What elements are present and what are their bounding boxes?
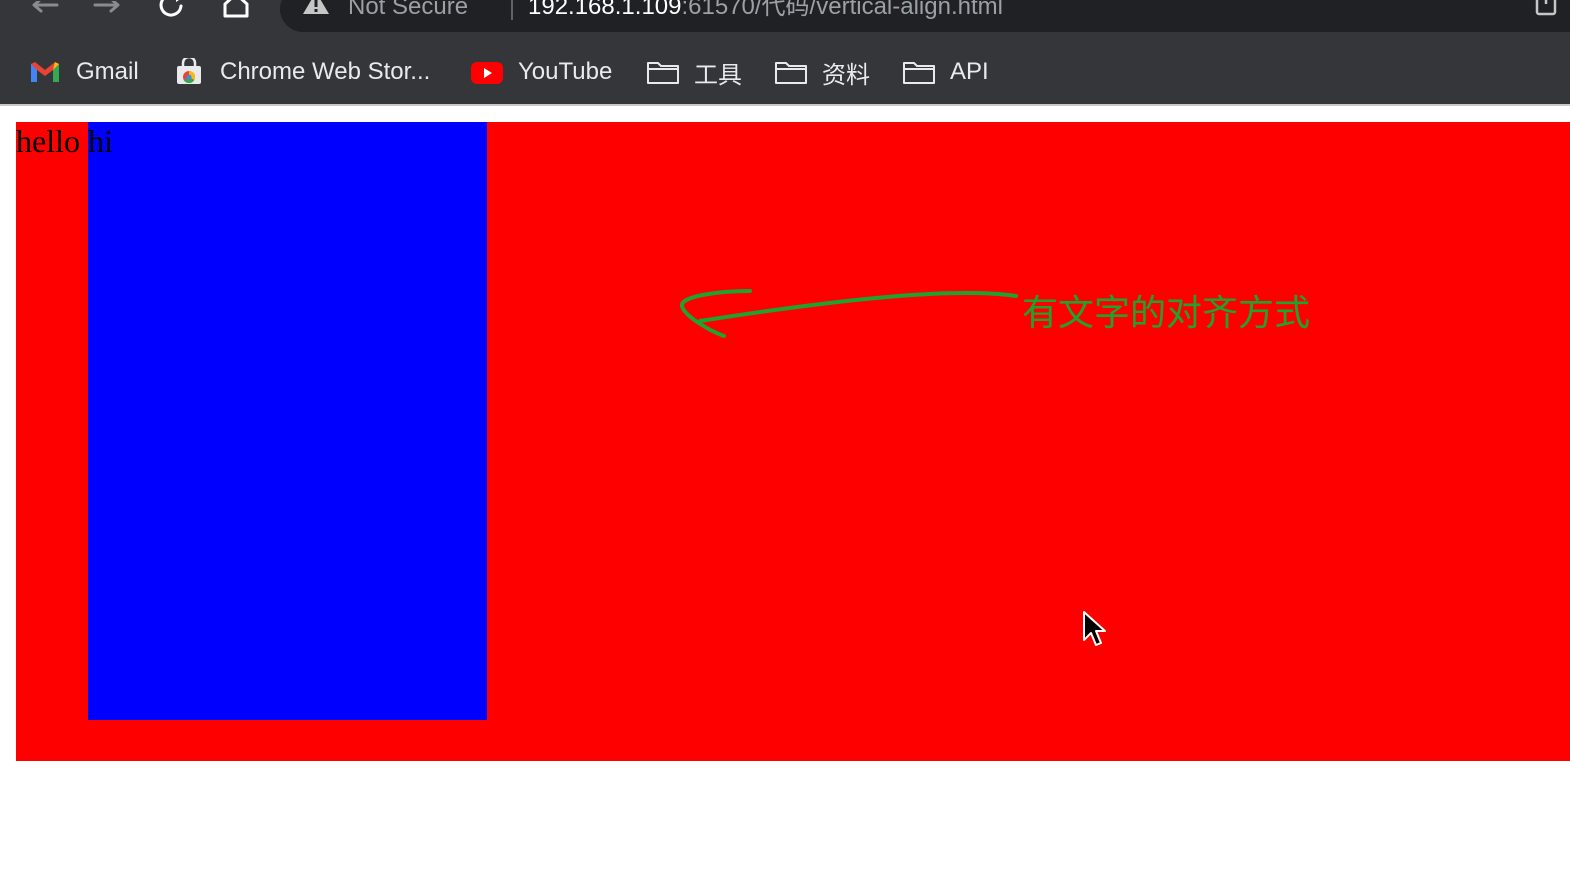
forward-button[interactable] (90, 0, 126, 22)
mouse-cursor-icon (1083, 611, 1106, 646)
browser-toolbar: Not Secure 192.168.1.109:61570/代码/vertic… (0, 0, 1570, 32)
annotation-arrow-icon (680, 289, 1018, 338)
omnibox-divider (511, 0, 513, 20)
bookmark-label: YouTube (518, 58, 613, 85)
share-icon[interactable] (1532, 0, 1560, 20)
reload-button[interactable] (154, 0, 190, 22)
bookmarks-bar: Gmail Chrome Web Stor... YouTube 工具 资料 A… (0, 32, 1570, 106)
folder-icon (646, 58, 680, 86)
inner-blue-box (88, 122, 487, 720)
bookmark-youtube[interactable]: YouTube (470, 52, 612, 92)
bookmark-folder-materials[interactable]: 资料 (774, 52, 870, 92)
inline-text: hello hi (16, 123, 113, 159)
home-button[interactable] (218, 0, 254, 22)
chrome-web-store-icon (172, 58, 206, 86)
gmail-icon (28, 58, 62, 86)
bookmark-label: 资料 (822, 61, 870, 89)
reload-icon (159, 0, 183, 17)
bookmark-gmail[interactable]: Gmail (28, 52, 139, 92)
folder-icon (902, 58, 936, 86)
annotation-text: 有文字的对齐方式 (1022, 293, 1311, 334)
page-viewport: hello hi 有文字的对齐方式 (0, 106, 1570, 880)
bookmark-label: 工具 (694, 61, 742, 89)
bookmark-chrome-web-store[interactable]: Chrome Web Stor... (172, 52, 430, 92)
security-status[interactable]: Not Secure (348, 0, 468, 20)
youtube-icon (470, 58, 504, 86)
outer-red-box: hello hi (16, 122, 1570, 761)
warning-icon[interactable] (302, 0, 330, 18)
bookmark-label: API (950, 58, 989, 85)
bookmark-label: Gmail (76, 58, 139, 85)
home-icon (223, 0, 249, 18)
bookmark-folder-tools[interactable]: 工具 (646, 52, 742, 92)
url-path: :61570/代码/vertical-align.html (681, 0, 1003, 20)
back-button[interactable] (26, 0, 62, 22)
url-host: 192.168.1.109 (528, 0, 682, 20)
url-text[interactable]: 192.168.1.109:61570/代码/vertical-align.ht… (528, 0, 1003, 20)
arrow-right-icon (93, 1, 120, 13)
bookmark-label: Chrome Web Stor... (220, 58, 431, 85)
arrow-left-icon (32, 1, 59, 13)
folder-icon (774, 58, 808, 86)
bookmark-folder-api[interactable]: API (902, 52, 989, 92)
